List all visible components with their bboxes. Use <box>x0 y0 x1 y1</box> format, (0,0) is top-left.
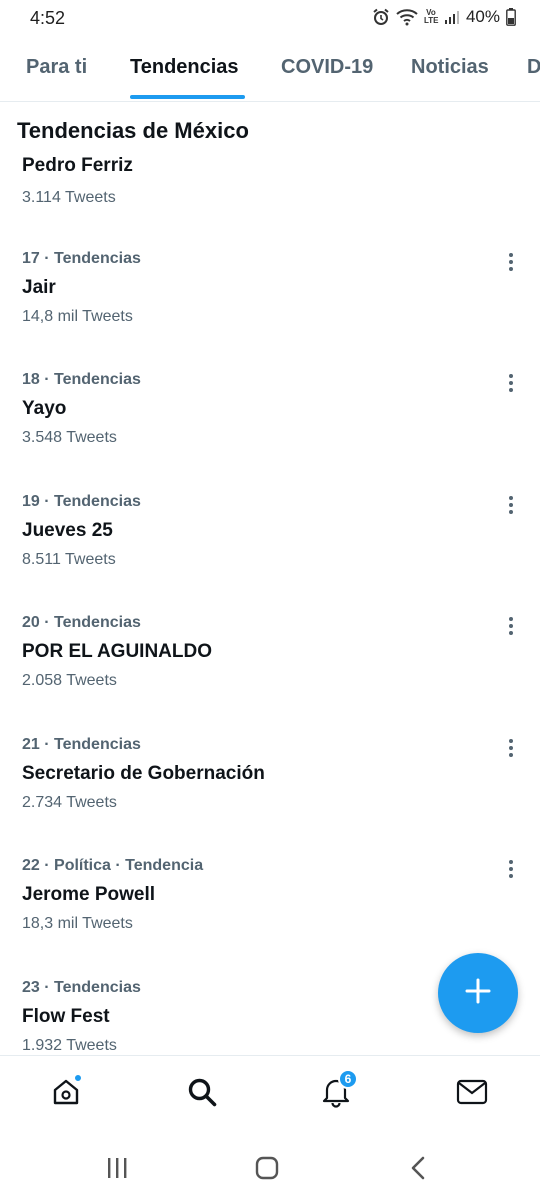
nav-home[interactable] <box>46 1074 86 1114</box>
status-icons: Vo LTE 40% <box>372 6 516 28</box>
compose-tweet-button[interactable] <box>438 953 518 1033</box>
battery-percent: 40% <box>465 7 500 26</box>
trend-meta: 22 · Política · Tendencia <box>22 857 204 874</box>
trend-name: Pedro Ferriz <box>22 155 133 176</box>
wifi-icon <box>396 8 418 26</box>
bottom-nav: 6 <box>0 1055 540 1133</box>
trend-tweet-count: 1.932 Tweets <box>22 1037 117 1054</box>
more-options-icon[interactable] <box>500 493 522 517</box>
trend-name: Yayo <box>22 398 67 419</box>
tab-bar: Para ti Tendencias COVID-19 Noticias D <box>0 36 540 102</box>
more-options-icon[interactable] <box>500 736 522 760</box>
lte-icon: Vo LTE <box>423 8 439 25</box>
back-icon[interactable] <box>408 1155 428 1181</box>
trend-tweet-count: 3.548 Tweets <box>22 429 117 446</box>
status-bar: 4:52 Vo LTE 40% <box>0 0 540 36</box>
trend-name: Jerome Powell <box>22 884 156 905</box>
trend-name: Secretario de Gobernación <box>22 763 265 784</box>
trend-tweet-count: 2.058 Tweets <box>22 672 117 689</box>
trend-meta: 20 · Tendencias <box>22 614 141 631</box>
nav-search[interactable] <box>182 1074 222 1114</box>
trend-meta: 23 · Tendencias <box>22 979 141 996</box>
status-time: 4:52 <box>30 8 66 28</box>
plus-icon <box>464 977 492 1010</box>
home-button-icon[interactable] <box>254 1155 280 1181</box>
tab-covid-19[interactable]: COVID-19 <box>281 56 373 79</box>
home-new-indicator <box>74 1074 82 1082</box>
signal-icon <box>444 9 460 25</box>
trends-list: Pedro Ferriz 3.114 Tweets 17 · Tendencia… <box>0 150 540 1055</box>
nav-messages[interactable] <box>452 1074 492 1114</box>
trend-meta: 19 · Tendencias <box>22 493 141 510</box>
trend-item[interactable]: 18 · Tendencias Yayo 3.548 Tweets <box>0 371 540 492</box>
trend-meta: 17 · Tendencias <box>22 250 141 267</box>
alarm-icon <box>372 8 390 26</box>
tab-tendencias[interactable]: Tendencias <box>130 56 239 79</box>
battery-icon <box>506 8 516 26</box>
notifications-badge: 6 <box>338 1069 358 1089</box>
active-tab-indicator <box>130 95 245 99</box>
trend-item[interactable]: 21 · Tendencias Secretario de Gobernació… <box>0 736 540 857</box>
tab-noticias[interactable]: Noticias <box>411 56 489 79</box>
more-options-icon[interactable] <box>500 857 522 881</box>
trend-item[interactable]: 20 · Tendencias POR EL AGUINALDO 2.058 T… <box>0 614 540 735</box>
trend-tweet-count: 18,3 mil Tweets <box>22 915 133 932</box>
messages-icon <box>456 1079 488 1110</box>
more-options-icon[interactable] <box>500 371 522 395</box>
trend-item[interactable]: 19 · Tendencias Jueves 25 8.511 Tweets <box>0 493 540 614</box>
tab-para-ti[interactable]: Para ti <box>26 56 87 79</box>
tab-deportes[interactable]: D <box>527 56 540 79</box>
trend-name: Flow Fest <box>22 1006 110 1027</box>
trend-name: POR EL AGUINALDO <box>22 641 213 662</box>
section-title: Tendencias de México <box>17 118 249 143</box>
trend-name: Jueves 25 <box>22 520 113 541</box>
recent-apps-icon[interactable] <box>104 1155 130 1181</box>
trend-tweet-count: 14,8 mil Tweets <box>22 308 133 325</box>
more-options-icon[interactable] <box>500 250 522 274</box>
trend-tweet-count: 3.114 Tweets <box>22 189 116 206</box>
system-navigation-bar <box>0 1133 540 1200</box>
trend-name: Jair <box>22 277 56 298</box>
trend-meta: 21 · Tendencias <box>22 736 141 753</box>
search-icon <box>186 1076 218 1113</box>
more-options-icon[interactable] <box>500 614 522 638</box>
trend-item[interactable]: 17 · Tendencias Jair 14,8 mil Tweets <box>0 250 540 371</box>
trend-tweet-count: 2.734 Tweets <box>22 794 117 811</box>
nav-notifications[interactable]: 6 <box>316 1069 358 1114</box>
trend-tweet-count: 8.511 Tweets <box>22 551 116 568</box>
trend-meta: 18 · Tendencias <box>22 371 141 388</box>
